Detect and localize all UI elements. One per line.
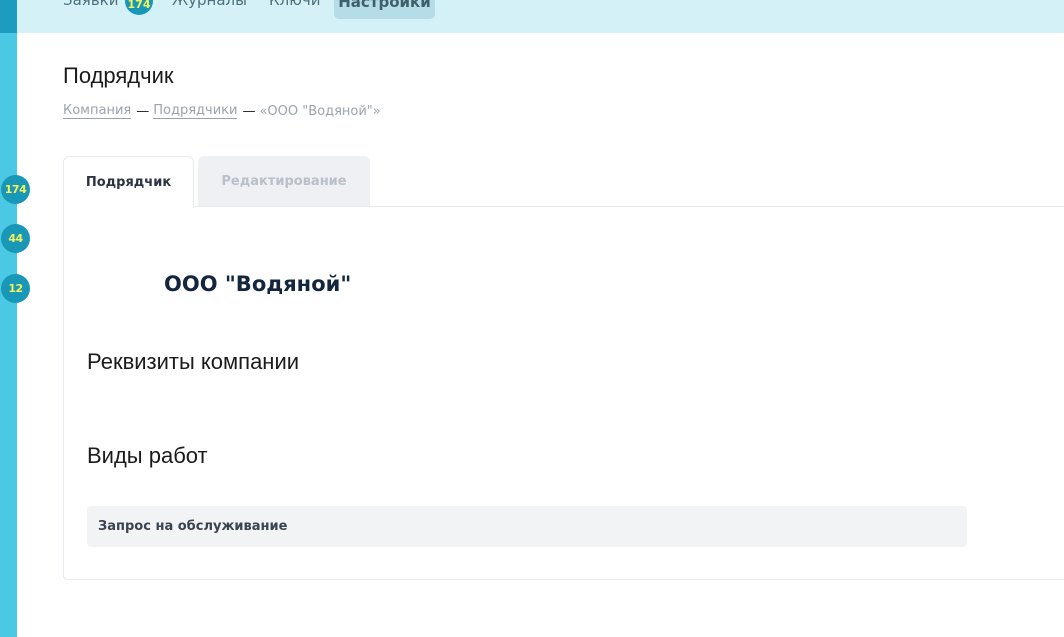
page-title: Подрядчик (63, 63, 174, 88)
nav-item-settings[interactable]: Настройки (334, 0, 435, 19)
company-name: ООО "Водяной" (164, 272, 352, 296)
tab-edit[interactable]: Редактирование (198, 156, 370, 206)
rail-badge-requests[interactable]: 174 (1, 175, 30, 204)
company-details-heading: Реквизиты компании (87, 349, 300, 374)
rail-badge-keys[interactable]: 12 (1, 274, 30, 303)
breadcrumb-current: «ООО "Водяной"» (259, 103, 381, 119)
nav-item-journals[interactable]: Журналы (172, 0, 247, 9)
breadcrumb-link-contractors[interactable]: Подрядчики (153, 103, 238, 119)
nav-item-requests[interactable]: Заявки (63, 0, 118, 9)
breadcrumb-separator: — (242, 103, 256, 119)
left-rail-top (0, 0, 17, 33)
left-rail (0, 0, 17, 637)
breadcrumb-link-company[interactable]: Компания (63, 103, 132, 119)
requests-count-badge: 174 (125, 0, 153, 15)
rail-badge-journals[interactable]: 44 (1, 224, 30, 253)
breadcrumb-separator: — (136, 103, 150, 119)
breadcrumb: Компания — Подрядчики — «ООО "Водяной"» (63, 103, 381, 119)
nav-item-keys[interactable]: Ключи (269, 0, 320, 9)
work-types-heading: Виды работ (87, 443, 208, 468)
top-navigation: Заявки 174 Журналы Ключи Настройки (17, 0, 1064, 33)
tab-contractor[interactable]: Подрядчик (63, 156, 194, 208)
work-type-item[interactable]: Запрос на обслуживание (87, 506, 967, 547)
